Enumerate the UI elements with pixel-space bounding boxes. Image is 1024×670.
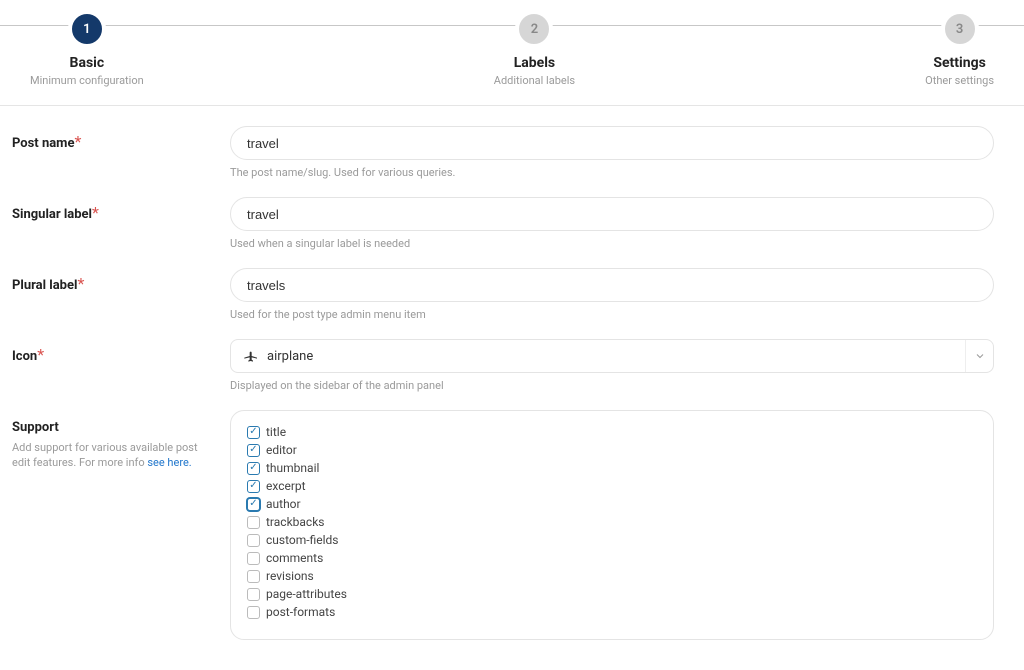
support-option[interactable]: excerpt: [247, 479, 977, 493]
required-mark: *: [77, 274, 84, 293]
support-option[interactable]: comments: [247, 551, 977, 565]
row-icon: Icon* airplane Displayed on the sidebar …: [12, 339, 994, 392]
support-option[interactable]: custom-fields: [247, 533, 977, 547]
support-option-label: page-attributes: [266, 587, 347, 601]
support-option[interactable]: editor: [247, 443, 977, 457]
help-plural: Used for the post type admin menu item: [230, 308, 994, 321]
step-number: 3: [941, 10, 979, 48]
help-support: Add support for various available post e…: [12, 441, 216, 471]
checkbox-icon[interactable]: [247, 444, 260, 457]
support-option-label: excerpt: [266, 479, 306, 493]
row-plural: Plural label* Used for the post type adm…: [12, 268, 994, 321]
support-box: title editor thumbnail excerpt author trackba…: [230, 410, 994, 640]
support-option[interactable]: thumbnail: [247, 461, 977, 475]
label-icon: Icon: [12, 349, 37, 364]
support-option[interactable]: trackbacks: [247, 515, 977, 529]
support-option[interactable]: page-attributes: [247, 587, 977, 601]
checkbox-icon[interactable]: [247, 516, 260, 529]
select-icon-value: airplane: [267, 349, 313, 364]
step-sub: Minimum configuration: [30, 74, 144, 87]
help-icon: Displayed on the sidebar of the admin pa…: [230, 379, 994, 392]
support-option-label: comments: [266, 551, 323, 565]
step-settings[interactable]: 3 Settings Other settings: [925, 10, 994, 87]
step-number: 1: [68, 10, 106, 48]
checkbox-icon[interactable]: [247, 462, 260, 475]
checkbox-icon[interactable]: [247, 570, 260, 583]
support-option-label: author: [266, 497, 301, 511]
checkbox-icon[interactable]: [247, 426, 260, 439]
required-mark: *: [74, 132, 81, 151]
input-post-name[interactable]: [230, 126, 994, 160]
step-sub: Other settings: [925, 74, 994, 87]
support-option[interactable]: revisions: [247, 569, 977, 583]
label-plural: Plural label: [12, 278, 77, 293]
support-option[interactable]: title: [247, 425, 977, 439]
input-plural[interactable]: [230, 268, 994, 302]
step-sub: Additional labels: [494, 74, 575, 87]
stepper: 1 Basic Minimum configuration 2 Labels A…: [0, 0, 1024, 106]
support-option-label: thumbnail: [266, 461, 319, 475]
checkbox-icon[interactable]: [247, 480, 260, 493]
step-basic[interactable]: 1 Basic Minimum configuration: [30, 10, 144, 87]
form-basic: Post name* The post name/slug. Used for …: [0, 106, 1024, 670]
label-singular: Singular label: [12, 207, 92, 222]
airplane-icon: [243, 348, 259, 364]
support-option-label: title: [266, 425, 286, 439]
checkbox-icon[interactable]: [247, 606, 260, 619]
select-icon[interactable]: airplane: [230, 339, 994, 373]
help-support-link[interactable]: see here.: [147, 456, 191, 469]
checkbox-icon[interactable]: [247, 498, 260, 511]
support-option[interactable]: post-formats: [247, 605, 977, 619]
support-option-label: post-formats: [266, 605, 335, 619]
step-title: Settings: [933, 55, 985, 71]
support-option-label: trackbacks: [266, 515, 324, 529]
checkbox-icon[interactable]: [247, 552, 260, 565]
help-singular: Used when a singular label is needed: [230, 237, 994, 250]
support-option-label: revisions: [266, 569, 314, 583]
step-title: Labels: [514, 55, 555, 71]
chevron-down-icon: [965, 340, 993, 372]
support-option[interactable]: author: [247, 497, 977, 511]
help-post-name: The post name/slug. Used for various que…: [230, 166, 994, 179]
checkbox-icon[interactable]: [247, 534, 260, 547]
input-singular[interactable]: [230, 197, 994, 231]
support-option-label: editor: [266, 443, 297, 457]
required-mark: *: [37, 345, 44, 364]
checkbox-icon[interactable]: [247, 588, 260, 601]
row-support: Support Add support for various availabl…: [12, 410, 994, 640]
row-singular: Singular label* Used when a singular lab…: [12, 197, 994, 250]
label-post-name: Post name: [12, 136, 74, 151]
support-option-label: custom-fields: [266, 533, 338, 547]
row-post-name: Post name* The post name/slug. Used for …: [12, 126, 994, 179]
required-mark: *: [92, 203, 99, 222]
label-support: Support: [12, 420, 59, 435]
step-number: 2: [515, 10, 553, 48]
step-labels[interactable]: 2 Labels Additional labels: [494, 10, 575, 87]
step-title: Basic: [70, 55, 105, 71]
